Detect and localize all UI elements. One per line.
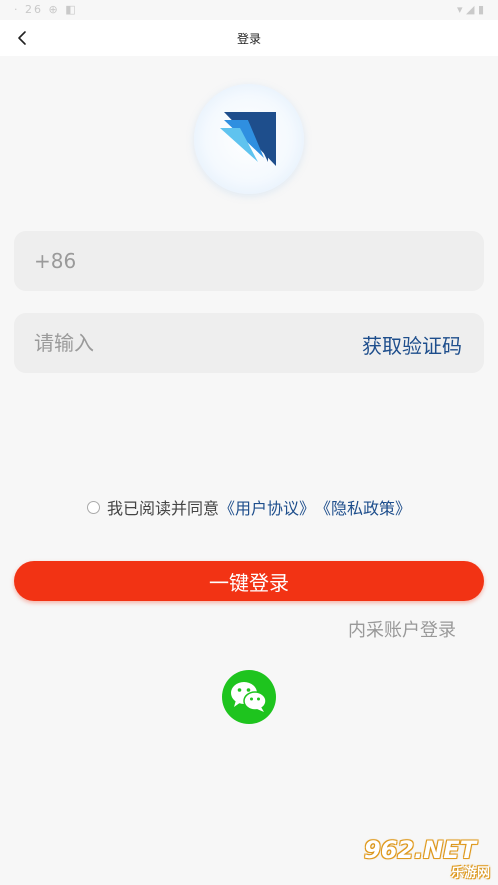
login-button-label: 一键登录 (209, 570, 289, 595)
agreement-radio[interactable] (86, 500, 100, 514)
status-bar-left: · 26 ⊕ ◧ (14, 3, 78, 16)
phone-input[interactable] (34, 231, 334, 291)
one-click-login-button[interactable]: 一键登录 (14, 561, 484, 601)
watermark-main: 962.NET (364, 836, 477, 864)
nav-bar: 登录 (0, 20, 498, 56)
user-agreement-link[interactable]: 《用户协议》 (219, 495, 315, 519)
code-field[interactable]: 获取验证码 (14, 313, 484, 373)
agreement-row: 我已阅读并同意 《用户协议》 《隐私政策》 (0, 495, 498, 519)
status-bar-right: ▾ ◢ ▮ (456, 3, 484, 16)
watermark: 962.NET 乐游网 (360, 836, 494, 881)
app-logo (194, 84, 304, 194)
get-code-button[interactable]: 获取验证码 (362, 330, 462, 359)
watermark-sub: 乐游网 (450, 866, 490, 881)
page-title: 登录 (236, 32, 261, 46)
internal-account-login-link[interactable]: 内采账户登录 (348, 616, 456, 642)
privacy-policy-link[interactable]: 《隐私政策》 (315, 495, 411, 519)
wechat-login-button[interactable] (222, 670, 276, 724)
verification-code-input[interactable] (34, 313, 334, 373)
phone-field[interactable] (14, 231, 484, 291)
status-bar: · 26 ⊕ ◧ ▾ ◢ ▮ (0, 0, 498, 20)
wechat-icon (231, 682, 267, 712)
app-logo-icon (220, 112, 276, 166)
agreement-text: 我已阅读并同意 (106, 499, 219, 518)
